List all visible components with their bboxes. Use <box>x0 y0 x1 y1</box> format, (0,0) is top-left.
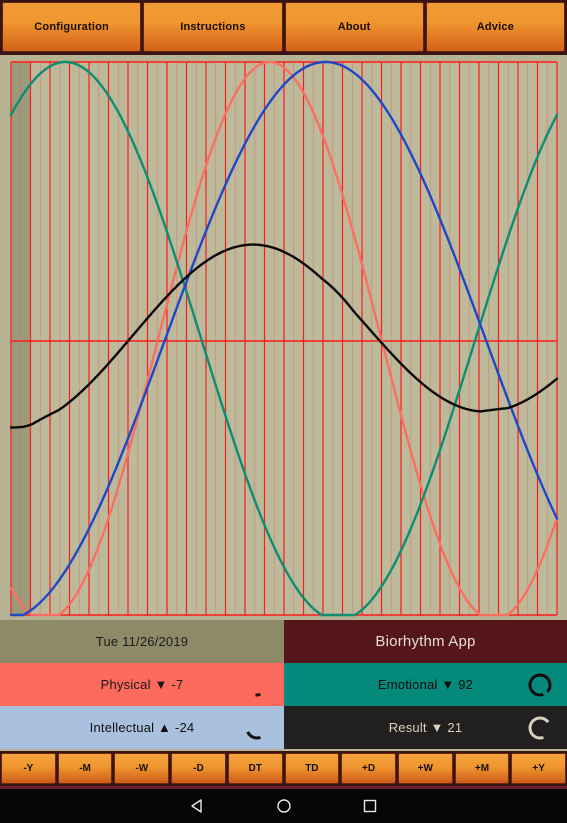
app-title-label: Biorhythm App <box>375 633 476 650</box>
biorhythm-chart[interactable] <box>0 55 567 620</box>
tab-instructions[interactable]: Instructions <box>143 2 283 52</box>
readout-row-2: Intellectual ▲ -24 Result ▼ 21 <box>0 706 567 749</box>
nav-minus-month[interactable]: -M <box>57 753 113 784</box>
back-icon[interactable] <box>155 798 241 814</box>
nav-minus-day[interactable]: -D <box>171 753 226 784</box>
intellectual-cell[interactable]: Intellectual ▲ -24 <box>0 706 284 749</box>
biorhythm-chart-svg <box>9 60 559 617</box>
physical-label: Physical ▼ -7 <box>100 677 184 692</box>
readout-row-header: Tue 11/26/2019 Biorhythm App <box>0 620 567 663</box>
app-title-cell: Biorhythm App <box>284 620 567 663</box>
nav-plus-week[interactable]: +W <box>397 753 453 784</box>
result-label: Result ▼ 21 <box>388 720 463 735</box>
result-cell[interactable]: Result ▼ 21 <box>284 706 567 749</box>
readout-panels: Tue 11/26/2019 Biorhythm App Physical ▼ … <box>0 620 567 751</box>
physical-cell[interactable]: Physical ▼ -7 <box>0 663 284 706</box>
current-date-cell[interactable]: Tue 11/26/2019 <box>0 620 284 663</box>
date-nav-button-bar: -Y -M -W -D DT TD +D +W +M +Y <box>0 751 567 786</box>
nav-minus-year[interactable]: -Y <box>1 753 56 784</box>
recents-icon[interactable] <box>327 798 413 814</box>
nav-plus-month[interactable]: +M <box>454 753 510 784</box>
tab-configuration[interactable]: Configuration <box>2 2 142 52</box>
current-date-label: Tue 11/26/2019 <box>95 634 189 649</box>
nav-today[interactable]: TD <box>284 753 340 784</box>
emotional-label: Emotional ▼ 92 <box>377 677 474 692</box>
tab-about[interactable]: About <box>284 2 424 52</box>
nav-plus-day[interactable]: +D <box>341 753 396 784</box>
top-tab-bar: Configuration Instructions About Advice <box>0 0 567 55</box>
emotional-cell[interactable]: Emotional ▼ 92 <box>284 663 567 706</box>
intellectual-gauge-icon <box>244 715 270 741</box>
readout-row-1: Physical ▼ -7 Emotional ▼ 92 <box>0 663 567 706</box>
nav-minus-week[interactable]: -W <box>114 753 170 784</box>
android-system-bar <box>0 786 567 823</box>
intellectual-label: Intellectual ▲ -24 <box>89 720 195 735</box>
nav-date[interactable]: DT <box>227 753 283 784</box>
nav-plus-year[interactable]: +Y <box>511 753 567 784</box>
emotional-gauge-icon <box>527 672 553 698</box>
home-icon[interactable] <box>241 798 327 814</box>
physical-gauge-icon <box>244 672 270 698</box>
result-gauge-icon <box>527 715 553 741</box>
tab-advice[interactable]: Advice <box>425 2 565 52</box>
